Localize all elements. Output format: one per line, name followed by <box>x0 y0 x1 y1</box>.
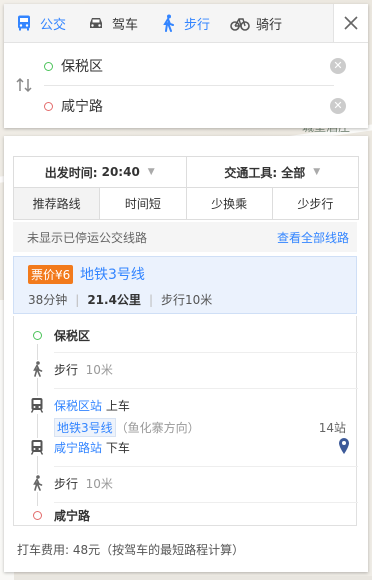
tab-shortest-time[interactable]: 时间短 <box>99 188 185 219</box>
subway-icon <box>28 396 46 414</box>
step-walk: 步行 10米 <box>14 360 358 378</box>
alight-step-text: 咸宁路站 下车 <box>54 440 130 455</box>
location-pin-icon[interactable] <box>338 437 350 458</box>
destination-input[interactable]: 咸宁路 <box>61 96 103 116</box>
step-end-name: 咸宁路 <box>54 508 91 523</box>
chevron-down-icon: ▼ <box>147 167 155 177</box>
route-duration: 38分钟 <box>28 293 68 307</box>
walk-icon <box>28 360 46 378</box>
route-walk: 步行10米 <box>160 293 213 307</box>
route-meta: 38分钟 | 21.4公里 | 步行10米 <box>28 292 213 308</box>
origin-field[interactable]: 保税区 ✕ <box>44 47 346 86</box>
walk-step-text: 步行 10米 <box>54 476 113 491</box>
walk-icon <box>158 13 178 33</box>
origin-destination: 保税区 ✕ 咸宁路 ✕ <box>4 43 368 129</box>
board-step-text: 保税区站 上车 <box>54 398 130 413</box>
tab-bike[interactable]: 骑行 <box>220 4 292 42</box>
car-icon <box>86 13 106 33</box>
close-button[interactable] <box>333 4 368 42</box>
bus-icon <box>14 13 34 33</box>
route-distance: 21.4公里 <box>87 293 141 307</box>
tab-fewer-transfers[interactable]: 少换乘 <box>185 188 272 219</box>
destination-dot-icon <box>44 101 53 111</box>
route-line-name[interactable]: 地铁3号线 <box>80 264 145 284</box>
step-start-name: 保税区 <box>54 328 91 343</box>
depart-time-value: 20:40 <box>101 165 140 179</box>
route-result-panel: 出发时间: 20:40 ▼ 交通工具: 全部 ▼ 推荐路线 时间短 少换乘 少步… <box>4 136 368 572</box>
step-board: 保税区站 上车 <box>14 396 358 414</box>
tab-recommended[interactable]: 推荐路线 <box>14 188 100 219</box>
subway-icon <box>28 438 46 456</box>
tab-bus[interactable]: 公交 <box>4 4 76 42</box>
clear-destination-button[interactable]: ✕ <box>330 98 346 114</box>
alight-station-link[interactable]: 咸宁路站 <box>54 441 102 455</box>
price-badge: 票价¥6 <box>28 265 74 284</box>
route-options: 出发时间: 20:40 ▼ 交通工具: 全部 ▼ 推荐路线 时间短 少换乘 少步… <box>13 156 359 220</box>
depart-time-label: 出发时间: <box>44 165 98 180</box>
route-summary[interactable]: 票价¥6 地铁3号线 38分钟 | 21.4公里 | 步行10米 <box>13 256 357 314</box>
destination-field[interactable]: 咸宁路 ✕ <box>44 87 346 125</box>
end-dot-icon <box>28 506 46 524</box>
notice-text: 未显示已停运公交线路 <box>27 230 148 245</box>
line-badge[interactable]: 地铁3号线 <box>54 417 116 437</box>
close-icon <box>344 16 358 30</box>
step-line: 地铁3号线 （鱼化寨方向） 14站 <box>14 417 358 437</box>
taxi-fare-note: 打车费用: 48元（按驾车的最短路程计算） <box>17 543 245 557</box>
stop-count: 14站 <box>318 420 346 435</box>
tab-walk[interactable]: 步行 <box>148 4 220 42</box>
swap-icon <box>16 77 32 93</box>
origin-dot-icon <box>44 61 53 71</box>
depart-time-select[interactable]: 出发时间: 20:40 ▼ <box>14 157 186 187</box>
step-walk: 步行 10米 <box>14 474 358 492</box>
vehicle-label: 交通工具: <box>224 165 278 180</box>
clear-origin-button[interactable]: ✕ <box>330 58 346 74</box>
step-alight: 咸宁路站 下车 <box>14 438 358 456</box>
route-steps: 保税区 步行 10米 保税区站 上车 地铁3号线 （鱼化寨方向） 14站 咸宁路站… <box>13 316 358 526</box>
vehicle-value: 全部 <box>281 165 306 180</box>
tab-bike-label: 骑行 <box>256 17 283 33</box>
view-all-routes-link[interactable]: 查看全部线路 <box>277 229 349 246</box>
vehicle-select[interactable]: 交通工具: 全部 ▼ <box>185 157 359 187</box>
tab-walk-label: 步行 <box>184 17 211 33</box>
walk-icon <box>28 474 46 492</box>
route-search-panel: 公交 驾车 步行 骑行 保税区 ✕ 咸宁路 ✕ <box>4 4 368 128</box>
walk-step-text: 步行 10米 <box>54 362 113 377</box>
tab-drive-label: 驾车 <box>112 17 139 33</box>
tab-drive[interactable]: 驾车 <box>76 4 148 42</box>
line-step-text: 地铁3号线 （鱼化寨方向） <box>54 417 200 437</box>
bike-icon <box>230 13 250 33</box>
chevron-down-icon: ▼ <box>313 167 321 177</box>
step-start: 保税区 <box>14 326 358 344</box>
board-station-link[interactable]: 保税区站 <box>54 399 102 413</box>
tab-bus-label: 公交 <box>40 17 67 33</box>
swap-button[interactable] <box>12 73 36 97</box>
step-end: 咸宁路 <box>14 506 358 524</box>
travel-mode-tabs: 公交 驾车 步行 骑行 <box>4 4 368 43</box>
start-dot-icon <box>28 326 46 344</box>
notice-bar: 未显示已停运公交线路 查看全部线路 <box>13 222 357 252</box>
tab-less-walking[interactable]: 少步行 <box>271 188 358 219</box>
origin-input[interactable]: 保税区 <box>61 56 103 76</box>
